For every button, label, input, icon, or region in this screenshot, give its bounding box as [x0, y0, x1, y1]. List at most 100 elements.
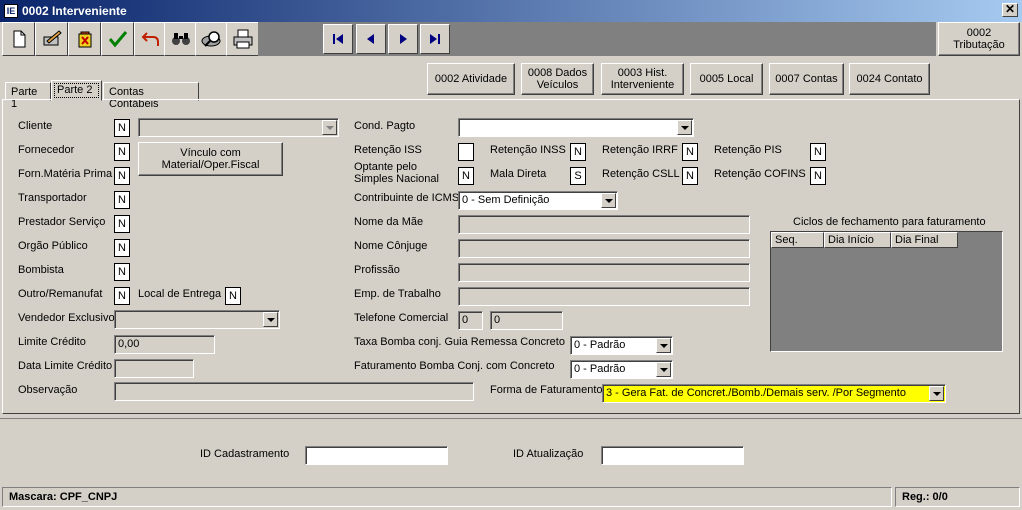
prestador-label: Prestador Serviço — [18, 216, 106, 228]
cliente-dropdown[interactable] — [138, 118, 339, 137]
retencao-pis-label: Retenção PIS — [714, 144, 782, 156]
ciclos-grid[interactable]: Seq. Dia Início Dia Final — [770, 231, 1003, 352]
retencao-inss-field[interactable]: N — [570, 143, 586, 161]
optante-label: Optante pelo Simples Nacional — [354, 161, 439, 185]
orgao-label: Orgão Público — [18, 240, 88, 252]
vendedor-dropdown[interactable] — [114, 310, 280, 329]
chevron-down-icon[interactable] — [677, 120, 692, 135]
nome-conjuge-label: Nome Cônjuge — [354, 240, 428, 252]
footer-divider — [0, 418, 1022, 419]
transportador-field[interactable]: N — [114, 191, 130, 209]
local-entrega-field[interactable]: N — [225, 287, 241, 305]
fornecedor-field[interactable]: N — [114, 143, 130, 161]
close-button[interactable]: ✕ — [1002, 3, 1018, 17]
outro-field[interactable]: N — [114, 287, 130, 305]
profissao-field[interactable] — [458, 263, 750, 282]
data-limite-field[interactable] — [114, 359, 194, 378]
ciclos-col-seq[interactable]: Seq. — [771, 232, 824, 248]
prestador-field[interactable]: N — [114, 215, 130, 233]
forn-materia-label: Forn.Matéria Prima — [18, 168, 113, 180]
fornecedor-label: Fornecedor — [18, 144, 75, 156]
local-button[interactable]: 0005 Local — [690, 63, 763, 95]
retencao-irrf-field[interactable]: N — [682, 143, 698, 161]
telefone-ddd-field[interactable]: 0 — [458, 311, 483, 330]
telefone-numero-field[interactable]: 0 — [490, 311, 563, 330]
optante-field[interactable]: N — [458, 167, 474, 185]
observacao-field[interactable] — [114, 382, 474, 401]
retencao-cofins-field[interactable]: N — [810, 167, 826, 185]
first-record-button[interactable] — [323, 24, 353, 54]
bombista-field[interactable]: N — [114, 263, 130, 281]
undo-button[interactable] — [134, 22, 167, 56]
chevron-down-icon[interactable] — [601, 193, 616, 208]
cliente-label: Cliente — [18, 120, 53, 132]
profissao-label: Profissão — [354, 264, 400, 276]
atividade-button[interactable]: 0002 Atividade — [427, 63, 515, 95]
retencao-pis-field[interactable]: N — [810, 143, 826, 161]
id-atualizacao-field[interactable] — [601, 446, 744, 465]
binoculars-icon — [171, 33, 190, 45]
nome-conjuge-field[interactable] — [458, 239, 750, 258]
local-entrega-label: Local de Entrega — [138, 288, 222, 300]
new-document-icon — [13, 30, 25, 48]
bombista-label: Bombista — [18, 264, 64, 276]
chevron-down-icon[interactable] — [656, 362, 671, 377]
forn-materia-field[interactable]: N — [114, 167, 130, 185]
orgao-field[interactable]: N — [114, 239, 130, 257]
last-record-button[interactable] — [420, 24, 450, 54]
mala-direta-field[interactable]: S — [570, 167, 586, 185]
chevron-down-icon[interactable] — [656, 338, 671, 353]
id-atualizacao-label: ID Atualização — [513, 448, 584, 460]
nome-mae-field[interactable] — [458, 215, 750, 234]
hist-interveniente-button[interactable]: 0003 Hist. Interveniente — [601, 63, 684, 95]
retencao-iss-field[interactable] — [458, 143, 474, 161]
delete-button[interactable] — [68, 22, 101, 56]
retencao-csll-field[interactable]: N — [682, 167, 698, 185]
chevron-down-icon[interactable] — [929, 386, 944, 401]
title-bar: IE 0002 Interveniente ✕ — [0, 0, 1022, 22]
id-cadastramento-field[interactable] — [305, 446, 448, 465]
retencao-csll-label: Retenção CSLL — [602, 168, 680, 180]
undo-icon — [141, 32, 159, 46]
taxa-bomba-dropdown[interactable]: 0 - Padrão — [570, 336, 673, 355]
cliente-field[interactable]: N — [114, 119, 130, 137]
chevron-down-icon — [322, 120, 337, 135]
emp-trabalho-field[interactable] — [458, 287, 750, 306]
first-record-icon — [333, 34, 343, 44]
last-record-icon — [430, 34, 440, 44]
forma-fat-label: Forma de Faturamento — [490, 384, 603, 396]
print-button[interactable] — [226, 22, 259, 56]
fat-bomba-label: Faturamento Bomba Conj. com Concreto — [354, 360, 555, 372]
print-preview-button[interactable] — [195, 22, 228, 56]
limite-field[interactable]: 0,00 — [114, 335, 215, 354]
forma-fat-value: 3 - Gera Fat. de Concret./Bomb./Demais s… — [606, 387, 906, 399]
tab-parte-2[interactable]: Parte 2 — [51, 80, 102, 101]
edit-button[interactable] — [35, 22, 68, 56]
emp-trabalho-label: Emp. de Trabalho — [354, 288, 441, 300]
fat-bomba-dropdown[interactable]: 0 - Padrão — [570, 360, 673, 379]
next-record-button[interactable] — [388, 24, 418, 54]
cond-pagto-label: Cond. Pagto — [354, 120, 416, 132]
chevron-down-icon[interactable] — [263, 312, 278, 327]
outro-label: Outro/Remanufat — [18, 288, 103, 300]
ciclos-col-final[interactable]: Dia Final — [891, 232, 958, 248]
previous-record-icon — [367, 34, 374, 44]
vinculo-button[interactable]: Vínculo com Material/Oper.Fiscal — [138, 142, 283, 176]
new-record-button[interactable] — [2, 22, 35, 56]
dados-veiculos-button[interactable]: 0008 Dados Veículos — [521, 63, 594, 95]
contribuinte-dropdown[interactable]: 0 - Sem Definição — [458, 191, 618, 210]
tributacao-button[interactable]: 0002 Tributação — [938, 22, 1020, 56]
data-limite-label: Data Limite Crédito — [18, 360, 113, 372]
search-button[interactable] — [164, 22, 197, 56]
printer-icon — [233, 29, 252, 49]
mala-direta-label: Mala Direta — [490, 168, 547, 180]
contato-button[interactable]: 0024 Contato — [849, 63, 930, 95]
ciclos-col-inicio[interactable]: Dia Início — [824, 232, 891, 248]
confirm-button[interactable] — [101, 22, 134, 56]
forma-fat-dropdown[interactable]: 3 - Gera Fat. de Concret./Bomb./Demais s… — [602, 384, 946, 403]
delete-icon — [78, 31, 91, 48]
id-cadastramento-label: ID Cadastramento — [200, 448, 290, 460]
contas-button[interactable]: 0007 Contas — [769, 63, 844, 95]
cond-pagto-dropdown[interactable] — [458, 118, 694, 137]
previous-record-button[interactable] — [356, 24, 386, 54]
